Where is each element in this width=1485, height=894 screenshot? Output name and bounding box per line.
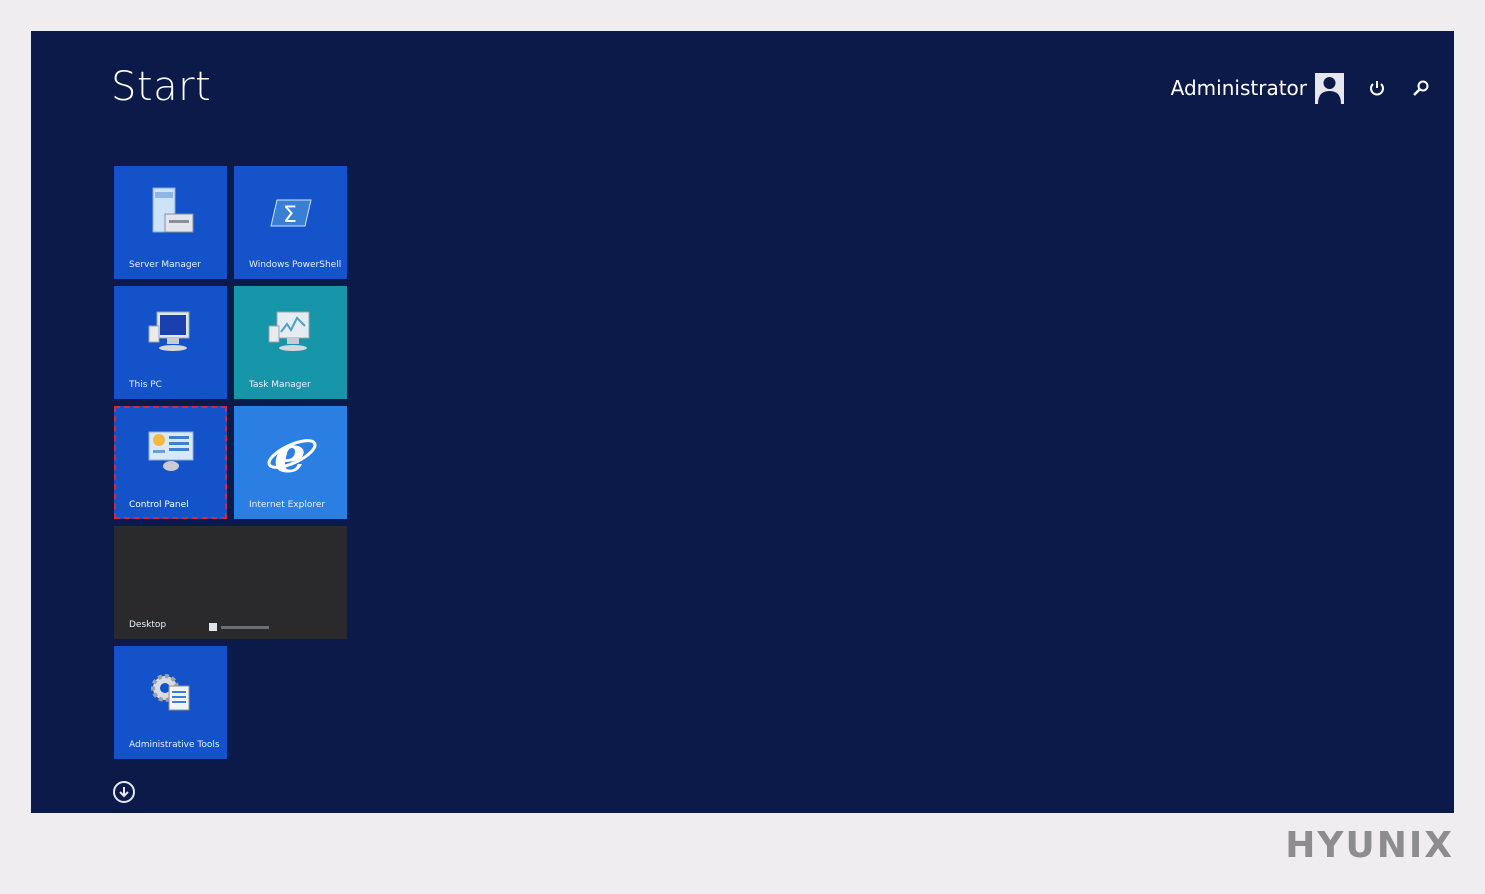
tile-internet-explorer[interactable]: e Internet Explorer	[234, 406, 347, 519]
brand-logo: HYUNIX	[1285, 825, 1454, 866]
tile-windows-powershell[interactable]: Σ Windows PowerShell	[234, 166, 347, 279]
svg-text:Σ: Σ	[283, 203, 297, 228]
tile-administrative-tools[interactable]: Administrative Tools	[114, 646, 227, 759]
header-user-area: Administrator	[1171, 71, 1454, 105]
computer-icon	[114, 304, 227, 364]
tile-label: Administrative Tools	[129, 740, 220, 750]
server-manager-icon	[114, 184, 227, 244]
tile-label: Internet Explorer	[249, 500, 326, 510]
start-screen: Start Administrator Server Manager Σ Win…	[31, 31, 1454, 813]
tile-label: Task Manager	[249, 380, 311, 390]
all-apps-arrow-icon[interactable]	[113, 781, 135, 803]
user-avatar-icon[interactable]	[1315, 72, 1344, 104]
tile-label: This PC	[129, 380, 162, 390]
tile-server-manager[interactable]: Server Manager	[114, 166, 227, 279]
tile-label: Control Panel	[129, 500, 189, 510]
user-name[interactable]: Administrator	[1171, 76, 1307, 100]
svg-text:e: e	[274, 425, 306, 484]
tile-desktop[interactable]: Desktop	[114, 526, 347, 639]
administrative-tools-icon	[114, 664, 227, 724]
power-icon[interactable]	[1366, 77, 1388, 99]
tile-label: Desktop	[129, 620, 167, 630]
powershell-icon: Σ	[234, 184, 347, 244]
tile-control-panel[interactable]: Control Panel	[114, 406, 227, 519]
control-panel-icon	[114, 424, 227, 484]
windows-logo-icon	[209, 617, 339, 637]
tile-task-manager[interactable]: Task Manager	[234, 286, 347, 399]
internet-explorer-icon: e	[234, 424, 347, 484]
page-title: Start	[111, 64, 212, 110]
tile-this-pc[interactable]: This PC	[114, 286, 227, 399]
search-icon[interactable]	[1410, 77, 1432, 99]
tile-label: Windows PowerShell	[249, 260, 342, 270]
task-manager-icon	[234, 304, 347, 364]
tile-label: Server Manager	[129, 260, 201, 270]
